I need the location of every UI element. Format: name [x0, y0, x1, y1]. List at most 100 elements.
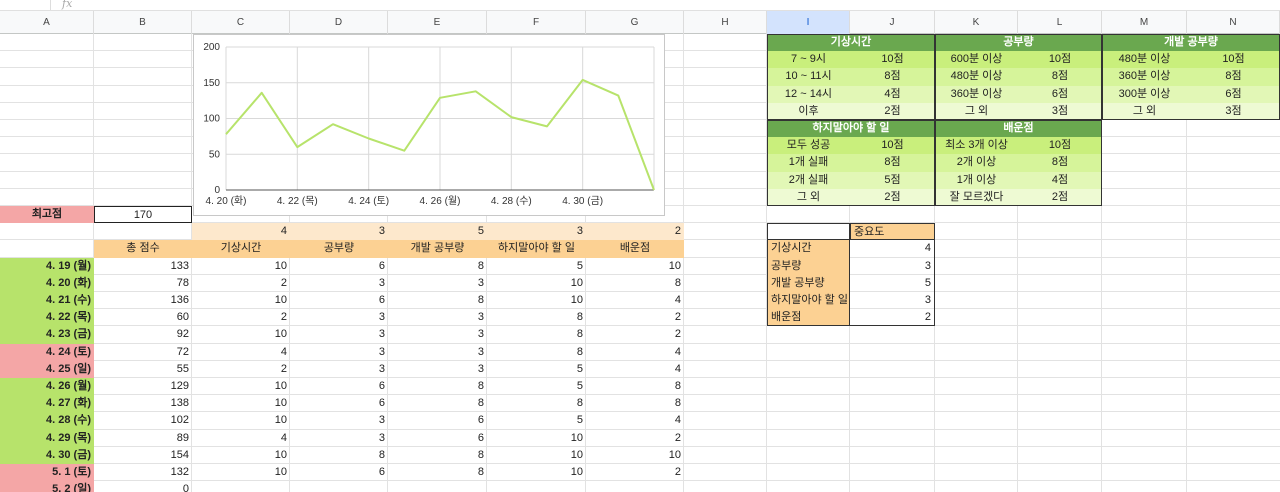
column-header-b[interactable]: B [94, 11, 192, 34]
score-cell[interactable]: 8 [487, 309, 586, 326]
importance-category[interactable]: 개발 공부량 [767, 274, 850, 292]
total-score-cell[interactable]: 78 [94, 275, 192, 292]
score-cell[interactable]: 10 [192, 258, 290, 275]
importance-value[interactable]: 2 [850, 309, 935, 327]
score-cell[interactable]: 3 [290, 430, 388, 447]
score-cell[interactable]: 8 [586, 275, 684, 292]
score-cell[interactable]: 5 [487, 412, 586, 429]
column-header-m[interactable]: M [1102, 11, 1187, 34]
score-cell[interactable]: 10 [487, 292, 586, 309]
score-cell[interactable]: 6 [388, 412, 487, 429]
score-cell[interactable]: 10 [487, 447, 586, 464]
score-cell[interactable] [388, 481, 487, 492]
sheet-grid[interactable]: 최고점 170 4 3 5 3 2 총 점수 기상시간 공부량 개발 공부량 하지말아야 할 일 배운점… [0, 34, 1280, 492]
score-cell[interactable]: 5 [487, 258, 586, 275]
score-cell[interactable]: 3 [388, 361, 487, 378]
score-cell[interactable]: 6 [290, 395, 388, 412]
total-score-cell[interactable]: 0 [94, 481, 192, 492]
score-cell[interactable]: 4 [192, 344, 290, 361]
score-cell[interactable]: 2 [586, 326, 684, 343]
date-cell[interactable]: 4. 19 (월) [0, 257, 94, 275]
score-cell[interactable]: 8 [388, 292, 487, 309]
max-score-value[interactable]: 170 [94, 206, 192, 224]
score-cell[interactable]: 6 [290, 464, 388, 481]
column-header-h[interactable]: H [684, 11, 767, 34]
column-header-d[interactable]: D [290, 11, 388, 34]
score-cell[interactable]: 3 [290, 309, 388, 326]
score-cell[interactable]: 3 [290, 275, 388, 292]
score-cell[interactable]: 2 [586, 430, 684, 447]
total-score-cell[interactable]: 60 [94, 309, 192, 326]
date-cell[interactable]: 4. 25 (일) [0, 360, 94, 378]
table-header-cell[interactable]: 개발 공부량 [388, 240, 487, 258]
score-cell[interactable]: 10 [586, 447, 684, 464]
score-cell[interactable]: 5 [487, 378, 586, 395]
score-cell[interactable]: 2 [586, 309, 684, 326]
score-cell[interactable]: 2 [586, 464, 684, 481]
score-cell[interactable]: 8 [487, 326, 586, 343]
score-cell[interactable]: 6 [290, 378, 388, 395]
column-header-l[interactable]: L [1018, 11, 1102, 34]
date-cell[interactable]: 4. 29 (목) [0, 429, 94, 447]
date-cell[interactable]: 4. 24 (토) [0, 343, 94, 361]
total-score-cell[interactable]: 89 [94, 430, 192, 447]
score-cell[interactable]: 6 [388, 430, 487, 447]
weight-cell[interactable]: 3 [487, 223, 586, 241]
score-cell[interactable]: 2 [192, 361, 290, 378]
score-cell[interactable]: 4 [586, 292, 684, 309]
score-cell[interactable]: 3 [388, 326, 487, 343]
score-cell[interactable]: 4 [192, 430, 290, 447]
score-cell[interactable]: 10 [192, 395, 290, 412]
weight-cell[interactable]: 3 [290, 223, 388, 241]
date-cell[interactable]: 5. 2 (일) [0, 481, 94, 492]
score-cell[interactable]: 10 [192, 447, 290, 464]
score-cell[interactable]: 3 [388, 275, 487, 292]
column-header-g[interactable]: G [586, 11, 684, 34]
total-score-cell[interactable]: 102 [94, 412, 192, 429]
date-cell[interactable]: 5. 1 (토) [0, 464, 94, 482]
score-cell[interactable] [192, 481, 290, 492]
weight-cell[interactable]: 2 [586, 223, 684, 241]
score-cell[interactable]: 4 [586, 344, 684, 361]
score-cell[interactable] [290, 481, 388, 492]
table-header-cell[interactable]: 하지말아야 할 일 [487, 240, 586, 258]
table-header-cell[interactable]: 배운점 [586, 240, 684, 258]
score-cell[interactable]: 8 [388, 378, 487, 395]
importance-value[interactable]: 4 [850, 240, 935, 258]
importance-value[interactable]: 3 [850, 257, 935, 275]
total-score-cell[interactable]: 92 [94, 326, 192, 343]
score-cell[interactable]: 6 [290, 292, 388, 309]
date-cell[interactable]: 4. 26 (월) [0, 378, 94, 396]
score-cell[interactable]: 10 [487, 430, 586, 447]
score-cell[interactable]: 2 [192, 309, 290, 326]
score-cell[interactable]: 4 [586, 412, 684, 429]
score-cell[interactable]: 8 [388, 395, 487, 412]
column-header-a[interactable]: A [0, 11, 94, 34]
date-cell[interactable]: 4. 22 (목) [0, 309, 94, 327]
score-cell[interactable]: 8 [586, 395, 684, 412]
column-header-n[interactable]: N [1187, 11, 1280, 34]
importance-category[interactable]: 배운점 [767, 309, 850, 327]
importance-category[interactable]: 공부량 [767, 257, 850, 275]
score-cell[interactable]: 8 [586, 378, 684, 395]
importance-category[interactable]: 하지말아야 할 일 [767, 292, 850, 310]
table-header-cell[interactable]: 기상시간 [192, 240, 290, 258]
score-cell[interactable] [487, 481, 586, 492]
score-cell[interactable]: 10 [192, 292, 290, 309]
total-score-cell[interactable]: 154 [94, 447, 192, 464]
total-score-cell[interactable]: 132 [94, 464, 192, 481]
score-cell[interactable]: 10 [192, 412, 290, 429]
weight-cell[interactable]: 4 [192, 223, 290, 241]
date-cell[interactable]: 4. 28 (수) [0, 412, 94, 430]
weight-cell[interactable]: 5 [388, 223, 487, 241]
score-cell[interactable]: 3 [388, 344, 487, 361]
score-cell[interactable]: 3 [388, 309, 487, 326]
line-chart[interactable]: 0 50 100 150 200 4. 20 (화) 4. 22 (목) 4. 24 (토) 4… [193, 34, 665, 216]
score-cell[interactable]: 8 [388, 447, 487, 464]
total-score-cell[interactable]: 136 [94, 292, 192, 309]
date-cell[interactable]: 4. 21 (수) [0, 292, 94, 310]
total-score-cell[interactable]: 55 [94, 361, 192, 378]
date-cell[interactable]: 4. 23 (금) [0, 326, 94, 344]
table-header-cell[interactable]: 공부량 [290, 240, 388, 258]
score-cell[interactable]: 3 [290, 344, 388, 361]
